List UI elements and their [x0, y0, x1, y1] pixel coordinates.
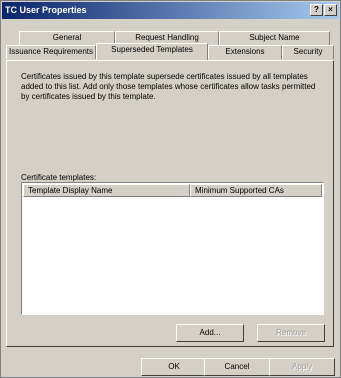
certificate-templates-label: Certificate templates:: [21, 173, 97, 182]
cancel-button[interactable]: Cancel: [204, 358, 270, 376]
apply-button-label: Apply: [291, 362, 312, 371]
close-icon: ×: [328, 5, 333, 14]
column-header-label: Template Display Name: [28, 186, 113, 195]
tab-label: Extensions: [225, 47, 265, 56]
ok-button-label: OK: [168, 362, 180, 371]
column-header-label: Minimum Supported CAs: [195, 186, 284, 195]
window-title: TC User Properties: [5, 5, 87, 15]
tab-label: Security: [293, 47, 323, 56]
column-header-template-display-name[interactable]: Template Display Name: [23, 184, 190, 197]
tab-label: General: [52, 33, 82, 42]
tab-extensions[interactable]: Extensions: [208, 45, 282, 59]
help-icon: ?: [314, 5, 319, 14]
close-button[interactable]: ×: [324, 4, 337, 16]
tab-superseded-templates[interactable]: Superseded Templates: [96, 43, 208, 60]
remove-button-label: Remove: [276, 328, 306, 337]
tab-label: Request Handling: [135, 33, 199, 42]
tab-label: Subject Name: [249, 33, 300, 42]
help-button[interactable]: ?: [310, 4, 323, 16]
tab-label: Superseded Templates: [111, 45, 193, 54]
remove-button[interactable]: Remove: [257, 324, 325, 342]
cancel-button-label: Cancel: [224, 362, 250, 371]
column-header-minimum-supported-cas[interactable]: Minimum Supported CAs: [190, 184, 322, 197]
add-button-label: Add...: [199, 328, 221, 337]
tab-security[interactable]: Security: [282, 45, 334, 59]
add-button[interactable]: Add...: [176, 324, 244, 342]
ok-button[interactable]: OK: [141, 358, 207, 376]
tab-label: Issuance Requirements: [8, 47, 94, 56]
tab-subject-name[interactable]: Subject Name: [219, 31, 330, 45]
certificate-templates-list[interactable]: Template Display Name Minimum Supported …: [21, 182, 324, 315]
description-text: Certificates issued by this template sup…: [21, 72, 316, 101]
tab-issuance-requirements[interactable]: Issuance Requirements: [6, 45, 96, 59]
title-bar: TC User Properties ? ×: [2, 2, 339, 19]
apply-button[interactable]: Apply: [269, 358, 335, 376]
properties-dialog: TC User Properties ? × General Request H…: [0, 0, 341, 378]
